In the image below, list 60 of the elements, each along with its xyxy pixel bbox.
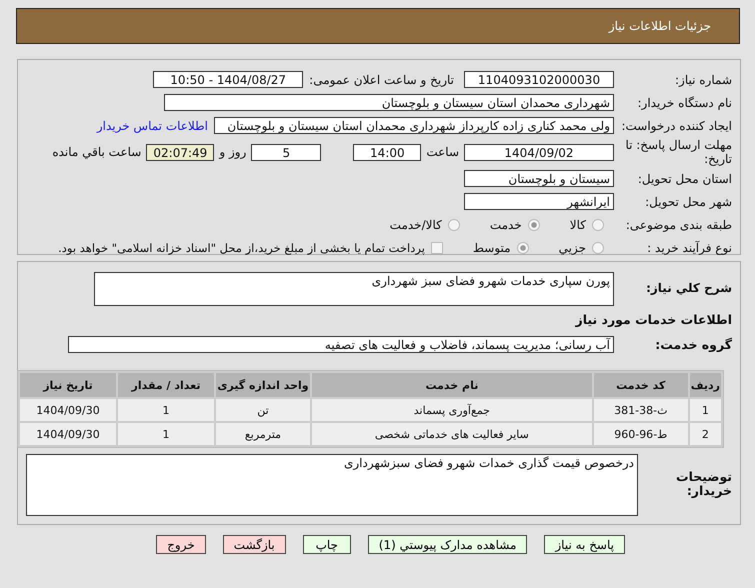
field-label: تاریخ و ساعت اعلان عمومی:	[309, 72, 454, 86]
province-field: سیستان و بلوچستان	[464, 170, 614, 187]
action-button[interactable]: چاپ	[302, 535, 351, 554]
table-cell: ط-96-960	[594, 423, 688, 445]
table-cell: تن	[216, 399, 310, 421]
table-cell: 1404/09/30	[20, 399, 116, 421]
radio-label: کالا	[570, 218, 586, 232]
table-cell: 1	[118, 399, 214, 421]
field-label: شهر محل تحویل:	[644, 194, 733, 208]
remaining-time-field: 02:07:49	[146, 144, 214, 160]
field-label: شماره نیاز:	[674, 72, 733, 86]
action-button[interactable]: مشاهده مدارک پیوستي (1)	[368, 535, 528, 554]
column-header: ردیف	[690, 373, 721, 397]
deadline-time-field: 14:00	[353, 144, 422, 160]
column-header: تاریخ نیاز	[20, 373, 116, 397]
field-label: استان محل تحویل:	[636, 172, 733, 186]
table-cell: ث-38-381	[594, 399, 688, 421]
field-label: نوع فرآیند خرید :	[646, 240, 733, 254]
service-group-field: آب رسانی؛ مدیریت پسماند، فاضلاب و فعالیت های تصفیه	[68, 336, 614, 353]
checkbox-label: پرداخت تمام یا بخشی از مبلغ خرید،از محل "اسناد خزانه اسلامی" خواهد بود.	[58, 240, 425, 254]
field-label: ایجاد کننده درخواست:	[620, 118, 733, 132]
description-field: پورن سپاری خدمات شهرو فضای سبز شهرداری	[94, 272, 614, 306]
column-header: واحد اندازه گیری	[216, 373, 310, 397]
table-cell: 1	[690, 399, 721, 421]
field-label: گروه خدمت:	[654, 337, 733, 352]
column-header: تعداد / مقدار	[118, 373, 214, 397]
city-field: ایرانشهر	[464, 193, 614, 210]
remaining-label: ساعت باقي مانده	[52, 145, 142, 159]
action-button[interactable]: خروج	[156, 535, 206, 554]
radio-label: خدمت	[490, 218, 522, 232]
days-label: روز و	[219, 145, 246, 159]
table-cell: 1	[118, 423, 214, 445]
buyer-notes-field: درخصوص قیمت گذاری خمدات شهرو فضای سبزشهرداری	[26, 454, 638, 516]
days-field: 5	[251, 144, 322, 160]
action-button[interactable]: بازگشت	[222, 535, 286, 554]
announce-date-field: 1404/08/27 - 10:50	[153, 71, 304, 88]
table-cell: جمع‌آوری پسماند	[312, 399, 592, 421]
field-label: توضیحات خریدار:	[676, 470, 733, 499]
table-cell: 1404/09/30	[20, 423, 116, 445]
field-label: شرح كلي نياز:	[645, 281, 733, 295]
table-cell: 2	[690, 423, 721, 445]
column-header: نام خدمت	[312, 373, 592, 397]
buyer-field: شهرداری محمدان استان سیستان و بلوچستان	[164, 94, 614, 111]
action-button[interactable]: پاسخ به نیاز	[544, 535, 625, 554]
creator-field: ولی محمد کناری زاده کارپرداز شهرداری محمدان استان سیستان و بلوچستان	[214, 117, 614, 134]
section-title: اطلاعات خدمات مورد نياز	[576, 312, 733, 327]
table-cell: سایر فعالیت های خدماتی شخصی	[312, 423, 592, 445]
buyer-contact-link[interactable]: اطلاعات تماس خریدار	[96, 118, 208, 132]
column-header: کد خدمت	[594, 373, 688, 397]
field-label: نام دستگاه خریدار:	[636, 96, 733, 110]
radio-label: کالا/خدمت	[390, 218, 442, 232]
deadline-date-field: 1404/09/02	[464, 144, 614, 160]
field-label: طبقه بندی موضوعی:	[624, 218, 733, 232]
radio-label: جزيي	[558, 240, 586, 254]
field-label: مهلت ارسال پاسخ: تا تاریخ:	[624, 138, 733, 166]
header-title: جزئیات اطلاعات نیاز	[608, 19, 711, 33]
table-cell: مترمربع	[216, 423, 310, 445]
need-number-field: 1104093102000030	[464, 71, 614, 88]
time-label: ساعت	[426, 145, 459, 159]
radio-label: متوسط	[472, 240, 511, 254]
